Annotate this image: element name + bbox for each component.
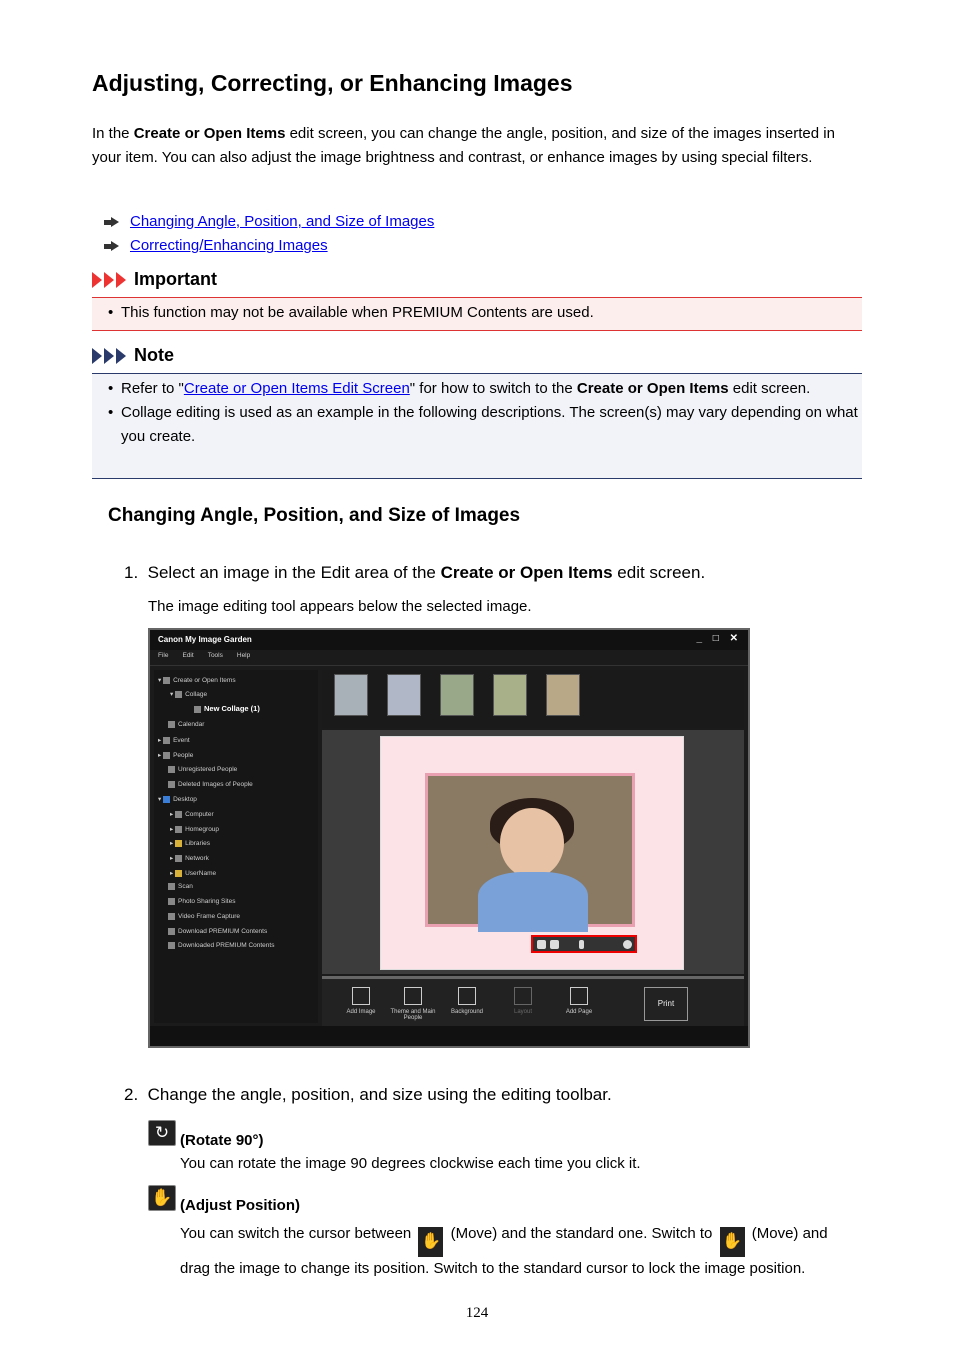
window-buttons: _ □ ✕ [696,633,742,644]
thumbnail-strip [322,670,744,728]
note-item-1: Refer to "Create or Open Items Edit Scre… [121,380,811,397]
status-bar [150,1026,748,1046]
thumbnail [387,674,421,716]
arrow-icon [104,216,119,228]
hand-icon: ✋ [719,1227,745,1257]
tool-theme: Theme and Main People [388,985,438,1021]
tree-item: ▾ Create or Open Items [158,676,236,684]
important-header: Important [92,269,217,290]
tool-layout: Layout [498,985,548,1015]
rotate-icon: ↻ [148,1120,176,1146]
rotate-desc: You can rotate the image 90 degrees cloc… [180,1155,641,1172]
note-chevron-icon [92,347,128,364]
page-number: 124 [465,1305,489,1321]
tree-item: Downloaded PREMIUM Contents [168,942,274,949]
link-angle-position-size[interactable]: Changing Angle, Position, and Size of Im… [130,210,434,234]
folder-tree: ▾ Create or Open Items ▾ Collage New Col… [154,670,318,1023]
note-header: Note [92,345,174,366]
menubar: File Edit Tools Help [150,652,748,666]
step-1: 1. Select an image in the Edit area of t… [124,563,706,582]
thumbnail [493,674,527,716]
tree-item: ▸ Libraries [170,839,211,847]
menu-edit: Edit [182,652,194,659]
tool-add-image: Add Image [336,985,386,1015]
selected-photo [425,773,635,932]
important-item: This function may not be available when … [121,304,594,321]
tree-item: ▸ Network [170,854,209,862]
topic-links: Changing Angle, Position, and Size of Im… [104,210,434,258]
rotate-label: (Rotate 90°) [180,1132,264,1149]
tree-item: Download PREMIUM Contents [168,928,267,935]
step-2: 2. Change the angle, position, and size … [124,1085,612,1104]
tree-item-selected: New Collage (1) [194,704,260,713]
tree-item: ▸ Homegroup [170,825,220,833]
tool-add-page: Add Page [554,985,604,1015]
app-screenshot: Canon My Image Garden _ □ ✕ File Edit Too… [148,628,750,1048]
tree-item: ▾ Desktop [158,795,197,803]
thumbnail [334,674,368,716]
link-edit-screen[interactable]: Create or Open Items Edit Screen [184,380,410,397]
thumbnail [440,674,474,716]
tool-background: Background [442,985,492,1015]
arrow-icon [104,240,119,252]
menu-tools: Tools [207,652,223,659]
menu-help: Help [236,652,251,659]
important-chevron-icon [92,271,128,288]
important-box: • This function may not be available when… [92,297,862,331]
tree-item: Deleted Images of People [168,781,253,788]
adjust-desc: You can switch the cursor between ✋ (Mov… [180,1225,828,1277]
tree-item: Unregistered People [168,766,237,773]
image-editing-toolbar [531,935,637,953]
tree-item: ▸ Event [158,736,190,744]
tree-item: ▸ UserName [170,869,217,877]
note-box: • Refer to "Create or Open Items Edit Scr… [92,373,862,479]
adjust-label: (Adjust Position) [180,1197,300,1214]
tree-item: Photo Sharing Sites [168,898,235,905]
tree-item: ▾ Collage [170,690,208,698]
link-correcting-enhancing[interactable]: Correcting/Enhancing Images [130,234,328,258]
edit-area [322,730,744,974]
hand-icon: ✋ [418,1227,444,1257]
collage-page [380,736,684,970]
intro-paragraph: In the Create or Open Items edit screen,… [92,125,835,166]
print-button: Print [644,987,688,1021]
menu-file: File [158,652,169,659]
tree-item: ▸ People [158,751,194,759]
hand-icon: ✋ [148,1185,176,1211]
section-title: Changing Angle, Position, and Size of Im… [108,505,521,526]
thumbnail [546,674,580,716]
window-titlebar: Canon My Image Garden _ □ ✕ [150,630,748,650]
tree-item: ▸ Computer [170,810,214,818]
tree-item: Scan [168,883,193,890]
tree-item: Calendar [168,721,204,728]
step-1-sub: The image editing tool appears below the… [148,598,532,615]
note-item-2: Collage editing is used as an example in… [121,404,858,445]
page-title: Adjusting, Correcting, or Enhancing Imag… [92,70,573,96]
tree-item: Video Frame Capture [168,913,240,920]
tool-bar: Add Image Theme and Main People Backgrou… [322,976,744,1026]
